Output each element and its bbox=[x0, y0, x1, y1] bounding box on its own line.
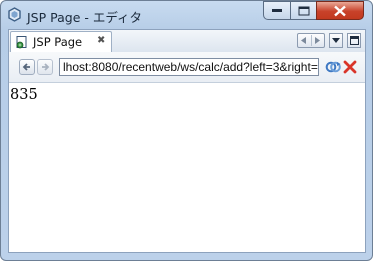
result-text: 835 bbox=[10, 87, 38, 103]
tab-scroll-right-icon[interactable] bbox=[315, 37, 321, 44]
tab-close-icon[interactable]: ✖ bbox=[97, 36, 105, 46]
app-hexagon-icon bbox=[8, 7, 21, 22]
close-icon bbox=[334, 5, 346, 16]
back-button[interactable] bbox=[19, 59, 35, 75]
window-title: JSP Page - エディタ bbox=[27, 10, 142, 25]
browser-page-icon bbox=[16, 36, 27, 49]
page-content: 835 bbox=[9, 83, 365, 252]
minimize-icon bbox=[272, 8, 282, 12]
divider bbox=[311, 35, 312, 46]
close-window-button[interactable] bbox=[316, 1, 364, 20]
maximize-pane-icon bbox=[350, 36, 359, 45]
tab-scroll-left-icon[interactable] bbox=[301, 37, 307, 44]
tab-label: JSP Page bbox=[33, 35, 83, 49]
back-arrow-icon bbox=[22, 63, 30, 71]
browser-window: JSP Page - エディタ JSP Page ✖ lhost:8080/re… bbox=[0, 0, 373, 261]
title-bar[interactable]: JSP Page - エディタ bbox=[1, 1, 372, 27]
stop-icon[interactable] bbox=[343, 60, 357, 74]
forward-arrow-icon bbox=[42, 63, 50, 71]
maximize-button[interactable] bbox=[290, 1, 317, 20]
maximize-pane-button[interactable] bbox=[347, 33, 361, 48]
maximize-icon bbox=[298, 6, 309, 15]
browser-toolbar bbox=[9, 52, 365, 83]
minimize-button[interactable] bbox=[263, 1, 291, 20]
editor-pane: JSP Page ✖ lhost:8080/recentweb/ws/calc/… bbox=[8, 29, 366, 253]
tab-jsp-page[interactable]: JSP Page ✖ bbox=[10, 31, 112, 52]
tab-strip: JSP Page ✖ bbox=[9, 30, 365, 53]
refresh-go-icon[interactable] bbox=[325, 59, 341, 75]
url-input[interactable] bbox=[59, 58, 319, 76]
tab-list-dropdown-button[interactable] bbox=[329, 33, 343, 48]
forward-button[interactable] bbox=[37, 59, 53, 75]
tab-scroll-buttons bbox=[297, 33, 325, 48]
chevron-down-icon bbox=[332, 38, 340, 43]
